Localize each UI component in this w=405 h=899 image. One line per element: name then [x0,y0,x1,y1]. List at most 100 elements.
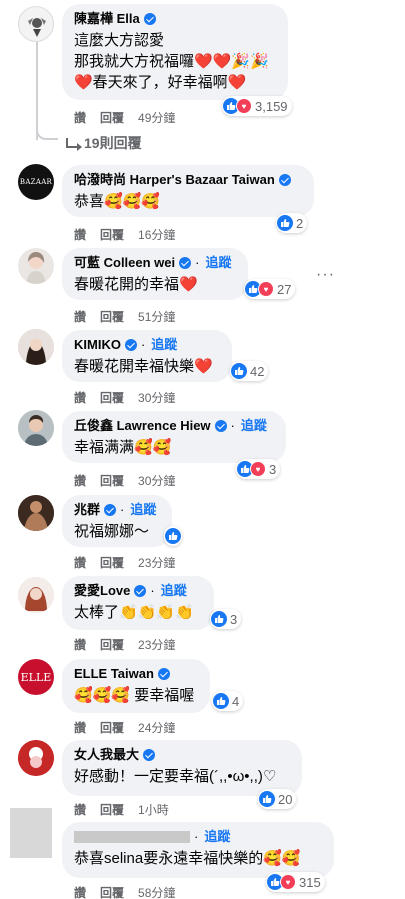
reaction-count: 315 [299,874,321,890]
love-icon: ♥ [236,98,252,114]
reply-button[interactable]: 回覆 [100,884,124,899]
blurred-name [74,831,190,843]
follow-button[interactable]: 追蹤 [151,337,177,353]
follow-button[interactable]: 追蹤 [130,502,156,518]
verified-icon [278,174,291,186]
view-replies-link[interactable]: 19則回覆 [66,133,142,153]
avatar[interactable] [18,577,54,613]
comment-text: 好感動！一定要幸福(´,,•ω•,,)♡ [74,768,277,785]
blurred-avatar [10,808,52,858]
commenter-name[interactable]: 女人我最大 [74,747,139,763]
avatar[interactable] [18,6,54,42]
like-icon [213,693,229,709]
avatar[interactable]: BAZAAR [18,164,54,200]
reaction-summary[interactable]: 20 [258,789,297,809]
follow-button[interactable]: 追蹤 [241,418,267,434]
reply-button[interactable]: 回覆 [100,719,124,736]
more-options-icon[interactable]: ··· [316,266,335,284]
timestamp[interactable]: 51分鐘 [138,308,175,325]
like-button[interactable]: 讚 [74,472,86,489]
commenter-name[interactable]: 哈潑時尚 Harper's Bazaar Taiwan [74,172,275,188]
reply-button[interactable]: 回覆 [100,472,124,489]
reaction-summary[interactable]: ♥ 315 [266,872,325,892]
reply-button[interactable]: 回覆 [100,389,124,406]
comment-text: 祝福娜娜～ [74,523,150,540]
timestamp[interactable]: 24分鐘 [138,719,175,736]
like-icon [259,791,275,807]
timestamp[interactable]: 23分鐘 [138,636,175,653]
reply-button[interactable]: 回覆 [100,636,124,653]
like-icon [277,215,293,231]
timestamp[interactable]: 30分鐘 [138,389,175,406]
love-icon: ♥ [280,874,296,890]
commenter-name[interactable]: 兆群 [74,502,100,518]
like-button[interactable]: 讚 [74,308,86,325]
reply-button[interactable]: 回覆 [100,308,124,325]
reaction-summary[interactable]: 4 [212,691,244,711]
timestamp[interactable]: 23分鐘 [138,554,175,571]
reaction-summary[interactable]: ♥ 3,159 [222,96,292,116]
timestamp[interactable]: 30分鐘 [138,472,175,489]
commenter-name[interactable]: 丘俊鑫 Lawrence Hiew [74,418,211,434]
commenter-name[interactable]: KIMIKO [74,337,121,353]
follow-button[interactable]: 追蹤 [161,583,187,599]
commenter-name[interactable]: 愛愛Love [74,583,130,599]
comment-bubble: 丘俊鑫 Lawrence Hiew · 追蹤 幸福满满🥰🥰 [62,411,286,463]
commenter-name[interactable]: 可藍 Colleen wei [74,255,175,271]
reply-button[interactable]: 回覆 [100,109,124,126]
reply-button[interactable]: 回覆 [100,801,124,818]
verified-icon [157,668,170,680]
reaction-summary[interactable]: ♥ 3 [236,459,281,479]
like-button[interactable]: 讚 [74,554,86,571]
comment-text: 幸福满满🥰🥰 [74,439,172,456]
like-button[interactable]: 讚 [74,109,86,126]
timestamp[interactable]: 16分鐘 [138,226,175,243]
like-button[interactable]: 讚 [74,801,86,818]
avatar[interactable] [18,248,54,284]
view-replies-label: 19則回覆 [84,135,142,151]
comment-bubble: KIMIKO · 追蹤 春暖花開幸福快樂❤️ [62,330,232,382]
reply-button[interactable]: 回覆 [100,226,124,243]
comment-actions: 讚 回覆 1小時 [74,801,169,818]
like-button[interactable]: 讚 [74,719,86,736]
commenter-name[interactable]: 陳嘉樺 Ella [74,11,140,27]
comment-text: 太棒了👏👏👏👏 [74,604,194,621]
reaction-summary[interactable]: ♥ 27 [244,279,296,299]
reaction-summary[interactable] [164,526,182,546]
follow-button[interactable]: 追蹤 [204,829,230,845]
avatar[interactable] [18,495,54,531]
comment-text: 春暖花開幸福快樂❤️ [74,358,213,375]
comment-actions: 讚 回覆 30分鐘 [74,389,175,406]
comment-bubble: 可藍 Colleen wei · 追蹤 春暖花開的幸福❤️ [62,248,248,300]
reaction-count: 3 [269,461,277,477]
comment-text: 恭喜selina要永遠幸福快樂的🥰🥰 [74,850,301,867]
comment-actions: 讚 回覆 23分鐘 [74,636,175,653]
comment-bubble: ELLE Taiwan 🥰🥰🥰 要幸福喔 [62,659,210,713]
reaction-summary[interactable]: 42 [230,361,269,381]
avatar[interactable] [18,410,54,446]
comment-bubble: 兆群 · 追蹤 祝福娜娜～ [62,495,172,547]
comment-text: 🥰🥰🥰 要幸福喔 [74,687,195,704]
follow-button[interactable]: 追蹤 [205,255,231,271]
like-button[interactable]: 讚 [74,884,86,899]
reply-button[interactable]: 回覆 [100,554,124,571]
like-button[interactable]: 讚 [74,226,86,243]
verified-icon [134,585,147,597]
reaction-summary[interactable]: 2 [276,213,308,233]
avatar[interactable] [18,329,54,365]
reaction-summary[interactable]: 3 [210,609,242,629]
timestamp[interactable]: 1小時 [138,801,169,818]
comment-bubble: 愛愛Love · 追蹤 太棒了👏👏👏👏 [62,576,214,630]
timestamp[interactable]: 49分鐘 [138,109,175,126]
commenter-name[interactable]: ELLE Taiwan [74,666,154,682]
love-icon: ♥ [258,281,274,297]
love-icon: ♥ [250,461,266,477]
like-button[interactable]: 讚 [74,636,86,653]
reaction-count: 20 [278,791,293,807]
verified-icon [214,420,227,432]
reaction-count: 3,159 [255,98,288,114]
avatar[interactable]: ELLE [18,659,54,695]
timestamp[interactable]: 58分鐘 [138,884,175,899]
like-button[interactable]: 讚 [74,389,86,406]
avatar[interactable] [18,740,54,776]
